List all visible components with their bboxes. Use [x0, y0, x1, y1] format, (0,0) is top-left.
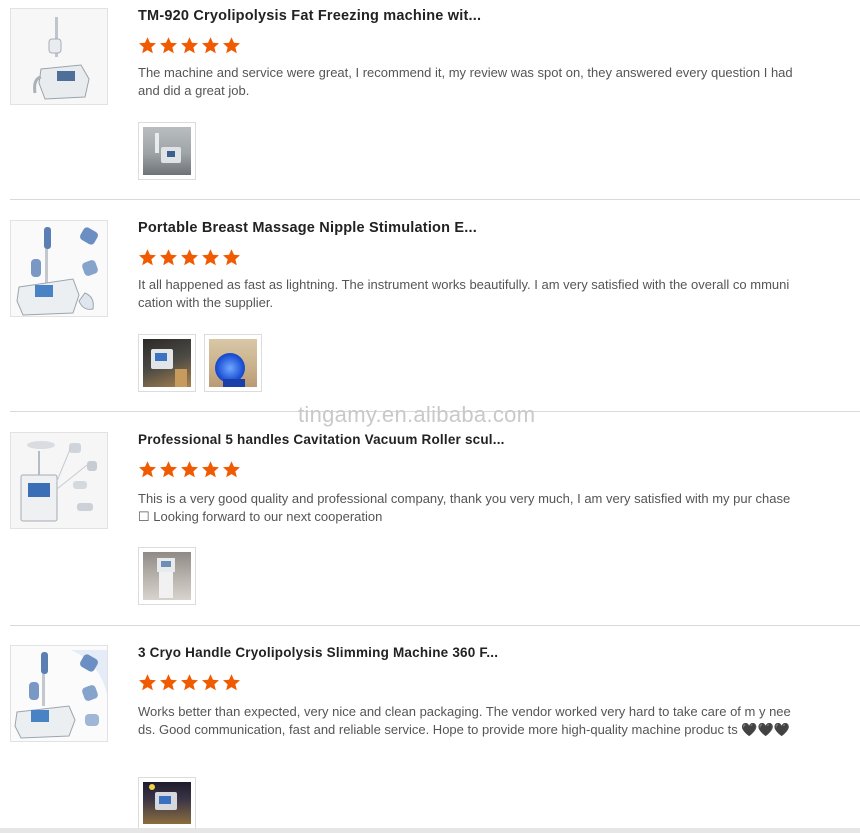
review-photos [138, 777, 196, 829]
review-photos [138, 122, 196, 180]
bottom-strip [0, 828, 860, 833]
product-title[interactable]: Portable Breast Massage Nipple Stimulati… [138, 220, 477, 236]
watermark: tingamy.en.alibaba.com [298, 402, 536, 427]
star-rating [138, 36, 241, 56]
star-icon [223, 37, 240, 54]
review-photo[interactable] [138, 777, 196, 829]
star-icon [160, 37, 177, 54]
review-photo[interactable] [138, 122, 196, 180]
product-thumbnail[interactable] [10, 8, 108, 105]
star-icon [160, 674, 177, 691]
star-icon [202, 674, 219, 691]
star-icon [223, 674, 240, 691]
product-thumbnail[interactable] [10, 220, 108, 317]
star-icon [181, 249, 198, 266]
star-icon [139, 249, 156, 266]
star-icon [202, 461, 219, 478]
product-thumbnail[interactable] [10, 645, 108, 742]
divider [10, 625, 860, 626]
review-text: The machine and service were great, I re… [138, 65, 793, 98]
review-photo[interactable] [204, 334, 262, 392]
star-icon [202, 249, 219, 266]
review-photos [138, 334, 262, 392]
star-icon [139, 674, 156, 691]
star-icon [223, 461, 240, 478]
star-rating [138, 460, 241, 480]
product-title[interactable]: TM-920 Cryolipolysis Fat Freezing machin… [138, 8, 481, 24]
star-rating [138, 673, 241, 693]
star-icon [160, 461, 177, 478]
review-photo[interactable] [138, 547, 196, 605]
star-rating [138, 248, 241, 268]
star-icon [202, 37, 219, 54]
review-text: This is a very good quality and professi… [138, 491, 791, 524]
product-thumbnail[interactable] [10, 432, 108, 529]
product-title[interactable]: 3 Cryo Handle Cryolipolysis Slimming Mac… [138, 645, 498, 660]
product-title[interactable]: Professional 5 handles Cavitation Vacuum… [138, 432, 505, 447]
star-icon [181, 674, 198, 691]
review-photo[interactable] [138, 334, 196, 392]
review-text: Works better than expected, very nice an… [138, 704, 791, 737]
star-icon [160, 249, 177, 266]
star-icon [139, 37, 156, 54]
star-icon [139, 461, 156, 478]
review-text: It all happened as fast as lightning. Th… [138, 277, 790, 310]
divider [10, 199, 860, 200]
star-icon [181, 37, 198, 54]
star-icon [181, 461, 198, 478]
star-icon [223, 249, 240, 266]
review-photos [138, 547, 196, 605]
